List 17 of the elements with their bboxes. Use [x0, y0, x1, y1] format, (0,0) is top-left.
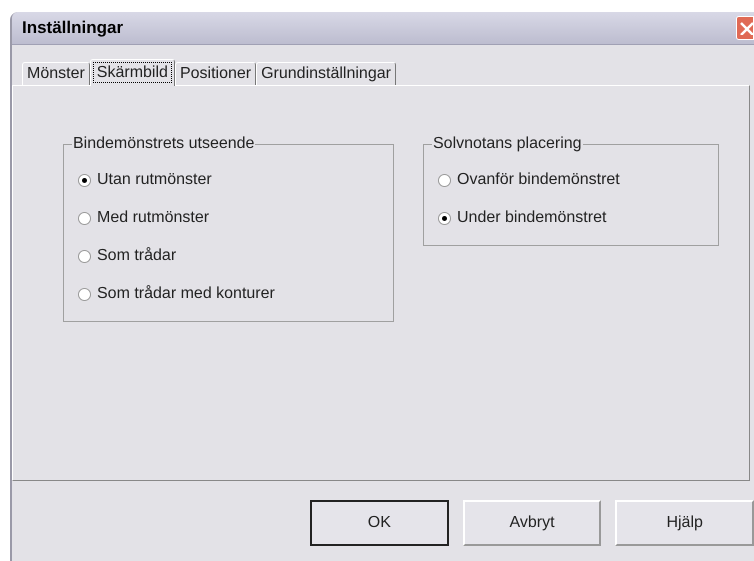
radio-option[interactable]: Under bindemönstret — [438, 199, 610, 237]
radio-option[interactable]: Som trådar — [78, 237, 180, 275]
radio-option[interactable]: Med rutmönster — [78, 199, 214, 237]
dialog-button[interactable]: OK — [310, 500, 449, 546]
group-title: Solvnotans placering — [432, 134, 583, 154]
radio-option[interactable]: Som trådar med konturer — [78, 275, 279, 313]
tab[interactable]: Skärmbild — [90, 59, 175, 86]
tab[interactable]: Mönster — [22, 62, 90, 85]
radio-option[interactable]: Ovanför bindemönstret — [438, 161, 624, 199]
tab[interactable]: Positioner — [174, 62, 256, 85]
dialog-button[interactable]: Hjälp — [615, 500, 754, 546]
tab[interactable]: Grundinställningar — [256, 62, 396, 85]
close-button[interactable] — [736, 16, 754, 40]
close-icon — [739, 21, 753, 35]
dialog-button[interactable]: Avbryt — [462, 500, 602, 546]
radio-option[interactable]: Utan rutmönster — [78, 161, 216, 199]
window-title: Inställningar — [22, 17, 124, 40]
